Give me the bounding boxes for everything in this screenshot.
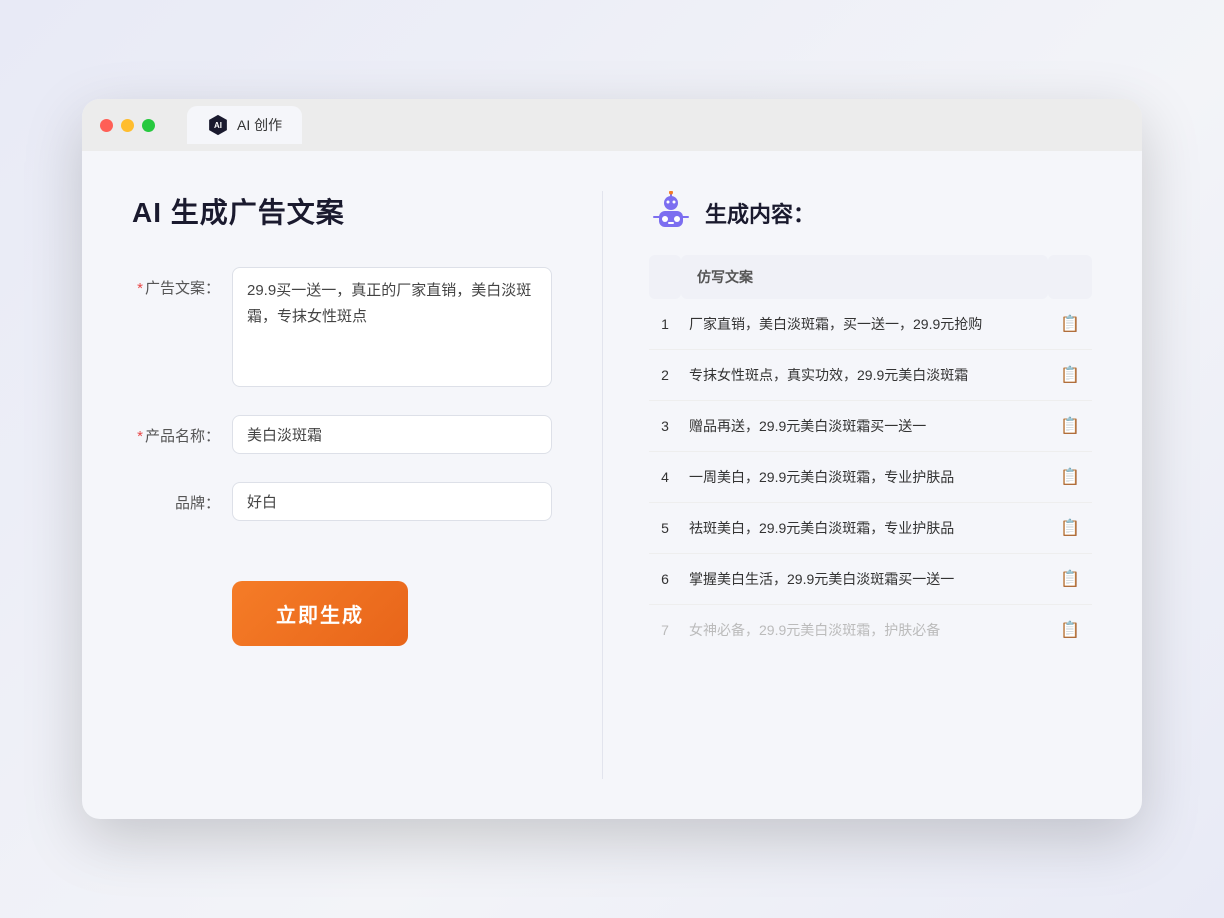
table-row: 6掌握美白生活，29.9元美白淡斑霜买一送一 📋: [649, 554, 1092, 605]
copy-button[interactable]: 📋: [1056, 567, 1084, 591]
copy-button[interactable]: 📋: [1056, 465, 1084, 489]
copy-button[interactable]: 📋: [1056, 414, 1084, 438]
row-number: 4: [649, 452, 681, 503]
col-copy: 仿写文案: [681, 255, 1048, 299]
row-copy-text: 掌握美白生活，29.9元美白淡斑霜买一送一: [681, 554, 1048, 605]
required-star-ad: *: [137, 280, 143, 297]
copy-button[interactable]: 📋: [1056, 312, 1084, 336]
row-number: 5: [649, 503, 681, 554]
title-bar: AI AI 创作: [82, 99, 1142, 151]
row-number: 7: [649, 605, 681, 656]
row-copy-text: 专抹女性斑点，真实功效，29.9元美白淡斑霜: [681, 350, 1048, 401]
ai-icon: AI: [207, 114, 229, 136]
copy-button[interactable]: 📋: [1056, 363, 1084, 387]
results-table: 仿写文案 1厂家直销，美白淡斑霜，买一送一，29.9元抢购📋2专抹女性斑点，真实…: [649, 255, 1092, 655]
table-row: 3赠品再送，29.9元美白淡斑霜买一送一 📋: [649, 401, 1092, 452]
tab-label: AI 创作: [237, 115, 282, 135]
ad-copy-input[interactable]: [232, 267, 552, 387]
result-title: 生成内容：: [705, 197, 815, 229]
minimize-button[interactable]: [121, 119, 134, 132]
ad-copy-label: *广告文案：: [132, 267, 232, 298]
panel-divider: [602, 191, 603, 779]
table-row: 4一周美白，29.9元美白淡斑霜，专业护肤品 📋: [649, 452, 1092, 503]
browser-tab[interactable]: AI AI 创作: [187, 106, 302, 144]
table-row: 1厂家直销，美白淡斑霜，买一送一，29.9元抢购 📋: [649, 299, 1092, 350]
copy-button[interactable]: 📋: [1056, 516, 1084, 540]
ad-copy-group: *广告文案：: [132, 267, 552, 387]
browser-window: AI AI 创作 AI 生成广告文案 *广告文案： *产品名称：: [82, 99, 1142, 819]
product-name-label: *产品名称：: [132, 415, 232, 446]
brand-input[interactable]: [232, 482, 552, 521]
row-copy-text: 厂家直销，美白淡斑霜，买一送一，29.9元抢购: [681, 299, 1048, 350]
col-num: [649, 255, 681, 299]
left-panel: AI 生成广告文案 *广告文案： *产品名称： 品牌： 立: [132, 191, 592, 779]
result-header: 生成内容：: [649, 191, 1092, 235]
row-number: 1: [649, 299, 681, 350]
close-button[interactable]: [100, 119, 113, 132]
content-area: AI 生成广告文案 *广告文案： *产品名称： 品牌： 立: [82, 151, 1142, 819]
row-copy-text: 赠品再送，29.9元美白淡斑霜买一送一: [681, 401, 1048, 452]
copy-button[interactable]: 📋: [1056, 618, 1084, 642]
maximize-button[interactable]: [142, 119, 155, 132]
product-name-input[interactable]: [232, 415, 552, 454]
row-number: 6: [649, 554, 681, 605]
row-copy-text: 女神必备，29.9元美白淡斑霜，护肤必备: [681, 605, 1048, 656]
robot-icon: [649, 191, 693, 235]
row-copy-text: 祛斑美白，29.9元美白淡斑霜，专业护肤品: [681, 503, 1048, 554]
brand-group: 品牌：: [132, 482, 552, 521]
table-row: 7女神必备，29.9元美白淡斑霜，护肤必备 📋: [649, 605, 1092, 656]
table-row: 5祛斑美白，29.9元美白淡斑霜，专业护肤品 📋: [649, 503, 1092, 554]
brand-label: 品牌：: [132, 482, 232, 513]
row-copy-text: 一周美白，29.9元美白淡斑霜，专业护肤品: [681, 452, 1048, 503]
traffic-lights: [100, 119, 155, 132]
table-row: 2专抹女性斑点，真实功效，29.9元美白淡斑霜 📋: [649, 350, 1092, 401]
row-number: 3: [649, 401, 681, 452]
product-name-group: *产品名称：: [132, 415, 552, 454]
svg-text:AI: AI: [214, 121, 222, 130]
generate-button[interactable]: 立即生成: [232, 581, 408, 646]
page-title: AI 生成广告文案: [132, 191, 552, 231]
right-panel: 生成内容： 仿写文案 1厂家直销，美白淡斑霜，买一送一，29.9元抢购📋2专抹女…: [613, 191, 1092, 779]
row-number: 2: [649, 350, 681, 401]
col-action: [1048, 255, 1092, 299]
required-star-product: *: [137, 428, 143, 445]
